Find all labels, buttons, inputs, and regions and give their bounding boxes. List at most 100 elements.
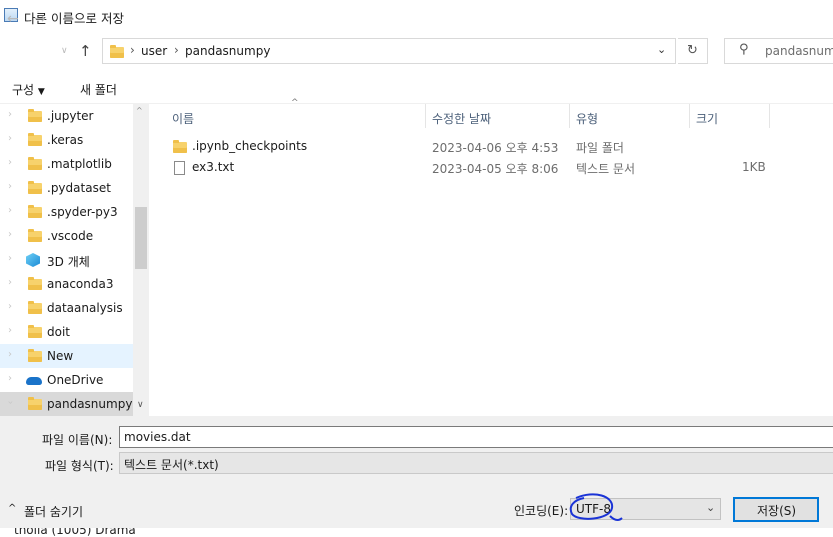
column-header-name[interactable]: 이름: [172, 110, 194, 127]
folder-icon: [28, 325, 42, 338]
nav-item-dataanalysis[interactable]: › dataanalysis: [0, 296, 133, 320]
column-divider[interactable]: [689, 104, 690, 128]
file-type: 파일 폴더: [576, 141, 624, 155]
nav-item-label: dataanalysis: [47, 301, 123, 315]
background-text: tholla (1005) Drama: [14, 528, 136, 537]
breadcrumb-separator: ›: [174, 43, 179, 57]
expand-chevron-icon[interactable]: ›: [8, 325, 12, 336]
expand-chevron-icon[interactable]: ›: [8, 181, 12, 192]
refresh-button[interactable]: ↻: [678, 38, 708, 64]
dropdown-arrow-icon: ▼: [37, 87, 45, 97]
filetype-value: 텍스트 문서(*.txt): [124, 458, 219, 472]
column-header-modified[interactable]: 수정한 날짜: [432, 110, 491, 127]
title-bar: 다른 이름으로 저장: [0, 0, 833, 32]
scroll-down-icon[interactable]: ∨: [137, 400, 144, 410]
folder-icon: [28, 205, 42, 218]
search-icon: ⚲: [739, 42, 749, 57]
encoding-label: 인코딩(E):: [514, 504, 569, 518]
save-button-label: 저장(S): [757, 504, 797, 518]
address-bar[interactable]: › user › pandasnumpy ⌄: [102, 38, 676, 64]
recent-chevron-icon[interactable]: ∨: [61, 46, 68, 56]
file-row[interactable]: .ipynb_checkpoints 2023-04-06 오후 4:53 파일…: [164, 136, 774, 157]
nav-item-spyder-py3[interactable]: › .spyder-py3: [0, 200, 133, 224]
new-folder-button[interactable]: 새 폴더: [80, 81, 117, 98]
up-arrow-icon[interactable]: ↑: [79, 42, 92, 60]
column-divider[interactable]: [769, 104, 770, 128]
address-dropdown-icon[interactable]: ⌄: [657, 43, 666, 56]
expand-chevron-icon[interactable]: ›: [8, 349, 12, 360]
column-header-type[interactable]: 유형: [576, 110, 598, 127]
folder-icon: [173, 140, 187, 153]
file-modified: 2023-04-06 오후 4:53: [432, 141, 559, 155]
nav-item-keras[interactable]: › .keras: [0, 128, 133, 152]
folder-icon: [28, 133, 42, 146]
expand-chevron-icon[interactable]: ›: [8, 301, 12, 312]
filename-label: 파일 이름(N):: [42, 433, 113, 447]
nav-item-new[interactable]: › New: [0, 344, 133, 368]
nav-item-label: .matplotlib: [47, 157, 112, 171]
folder-icon: [28, 229, 42, 242]
file-name: ex3.txt: [192, 160, 235, 174]
scroll-up-icon[interactable]: ^: [136, 106, 143, 115]
nav-item-label: anaconda3: [47, 277, 114, 291]
nav-item-label: 3D 개체: [47, 255, 90, 269]
hide-folders-button[interactable]: 폴더 숨기기: [24, 503, 83, 520]
back-arrow-icon[interactable]: ←: [7, 11, 19, 27]
collapse-chevron-icon[interactable]: ›: [5, 401, 16, 405]
nav-item-onedrive[interactable]: › OneDrive: [0, 368, 133, 392]
organize-button[interactable]: 구성 ▼: [12, 81, 45, 98]
folder-icon: [28, 109, 42, 122]
forward-arrow-icon[interactable]: →: [34, 11, 46, 27]
save-options-panel: 파일 이름(N): movies.dat 파일 형식(T): 텍스트 문서(*.…: [0, 416, 833, 537]
nav-scrollbar-thumb[interactable]: [135, 207, 147, 269]
expand-chevron-icon[interactable]: ›: [8, 229, 12, 240]
folder-icon: [28, 157, 42, 170]
nav-item-label: OneDrive: [47, 373, 104, 387]
text-file-icon: [174, 161, 185, 175]
expand-chevron-icon[interactable]: ›: [8, 133, 12, 144]
sort-ascending-icon: ^: [291, 98, 299, 108]
file-row[interactable]: ex3.txt 2023-04-05 오후 8:06 텍스트 문서 1KB: [164, 157, 774, 178]
expand-chevron-icon[interactable]: ›: [8, 253, 12, 264]
filename-input[interactable]: movies.dat: [119, 426, 833, 448]
folder-icon: [28, 349, 42, 362]
file-name: .ipynb_checkpoints: [192, 139, 308, 153]
folder-icon: [28, 277, 42, 290]
nav-item-pandasnumpy[interactable]: › pandasnumpy: [0, 392, 133, 416]
nav-item-vscode[interactable]: › .vscode: [0, 224, 133, 248]
nav-item-matplotlib[interactable]: › .matplotlib: [0, 152, 133, 176]
folder-icon: [28, 397, 42, 410]
filetype-select[interactable]: 텍스트 문서(*.txt): [119, 452, 833, 474]
column-header-size[interactable]: 크기: [696, 110, 718, 127]
refresh-icon: ↻: [687, 43, 698, 58]
file-size: 1KB: [742, 160, 766, 174]
nav-item-pydataset[interactable]: › .pydataset: [0, 176, 133, 200]
expand-chevron-icon[interactable]: ›: [8, 205, 12, 216]
breadcrumb-pandasnumpy[interactable]: pandasnumpy: [185, 44, 270, 58]
nav-item-label: pandasnumpy: [47, 397, 133, 411]
expand-chevron-icon[interactable]: ›: [8, 277, 12, 288]
folder-icon: [110, 45, 124, 58]
nav-item-label: .spyder-py3: [47, 205, 118, 219]
expand-chevron-icon[interactable]: ›: [8, 157, 12, 168]
column-divider[interactable]: [569, 104, 570, 128]
handwritten-circle-annotation: [569, 493, 623, 521]
search-box[interactable]: ⚲ pandasnumpy: [724, 38, 833, 64]
nav-item-jupyter[interactable]: › .jupyter: [0, 104, 133, 128]
nav-item-doit[interactable]: › doit: [0, 320, 133, 344]
breadcrumb-user[interactable]: user: [141, 44, 167, 58]
expand-chevron-icon[interactable]: ›: [8, 109, 12, 120]
nav-item-label: .vscode: [47, 229, 94, 243]
chevron-up-icon[interactable]: ^: [8, 503, 16, 514]
search-placeholder: pandasnumpy: [765, 44, 833, 58]
dropdown-chevron-icon: ⌄: [706, 501, 716, 514]
nav-item-3d-objects[interactable]: › 3D 개체: [0, 248, 133, 272]
background-window-strip: tholla (1005) Drama: [0, 528, 833, 537]
nav-item-label: .keras: [47, 133, 84, 147]
expand-chevron-icon[interactable]: ›: [8, 373, 12, 384]
file-type: 텍스트 문서: [576, 162, 636, 176]
nav-item-anaconda3[interactable]: › anaconda3: [0, 272, 133, 296]
column-divider[interactable]: [425, 104, 426, 128]
save-button[interactable]: 저장(S): [733, 497, 819, 522]
organize-label: 구성: [12, 83, 35, 97]
